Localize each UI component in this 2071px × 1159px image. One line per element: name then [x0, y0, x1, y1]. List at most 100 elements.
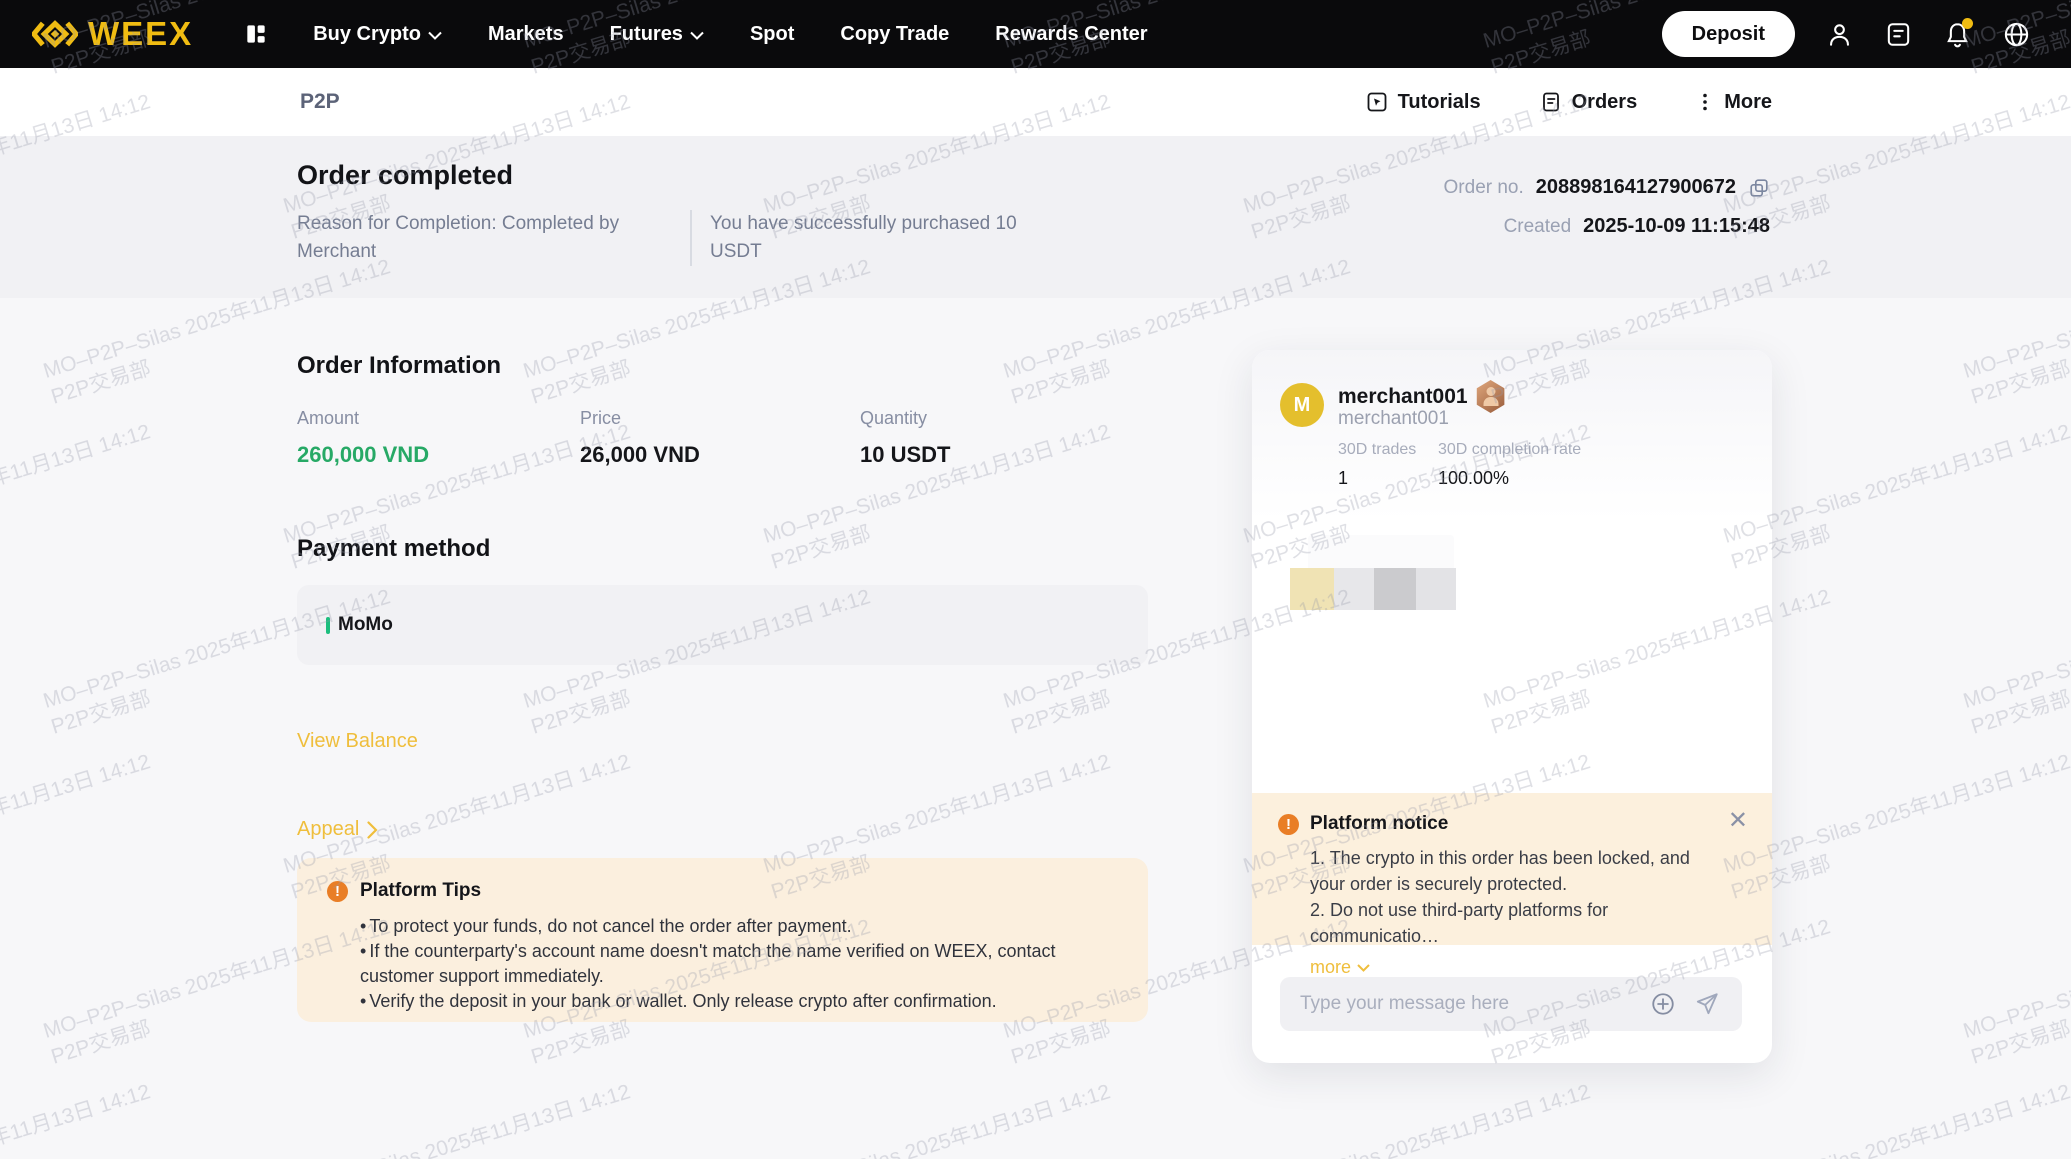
navbar-right: Deposit — [1661, 11, 2071, 57]
chevron-down-icon — [1357, 963, 1370, 972]
watermark-text: MO–P2P–Silas 2025年11月13日 14:12P2P交易部 — [1720, 750, 2071, 904]
redacted-message — [1308, 535, 1454, 571]
chevron-down-icon — [428, 31, 442, 40]
top-navbar: WEEX Buy Crypto Markets Futures Spot Cop… — [0, 0, 2071, 68]
watermark-text: MO–P2P–Silas 2025年11月13日 14:12P2P交易部 — [1720, 1080, 2071, 1159]
created-value: 2025-10-09 11:15:48 — [1583, 215, 1770, 237]
order-status-banner: Order completed Reason for Completion: C… — [0, 136, 2071, 298]
more-label: more — [1310, 957, 1352, 977]
trades-30d-label: 30D trades — [1338, 441, 1417, 458]
attach-plus-icon[interactable] — [1650, 991, 1676, 1017]
weex-logo-icon — [32, 20, 78, 48]
appeal-link[interactable]: Appeal — [297, 818, 378, 841]
orders-button[interactable]: Orders — [1539, 90, 1638, 114]
message-input[interactable] — [1300, 993, 1650, 1015]
nav-label: Markets — [487, 22, 564, 45]
nav-label: Rewards Center — [995, 22, 1148, 45]
bell-icon[interactable] — [1943, 17, 1973, 49]
amount-value: 260,000 VND — [297, 442, 430, 467]
watermark-text: MO–P2P–Silas 2025年11月13日 14:12P2P交易部 — [760, 1080, 1114, 1159]
order-number-row: Order no. 208898164127900672 — [1444, 176, 1770, 199]
platform-tips-box: ! Platform Tips To protect your funds, d… — [297, 858, 1148, 1022]
redacted-message-block — [1290, 568, 1334, 610]
completion-rate-label: 30D completion rate — [1438, 441, 1582, 458]
more-label: More — [1724, 90, 1772, 113]
tutorials-label: Tutorials — [1397, 90, 1481, 113]
p2p-subheader: P2P Tutorials Orders More — [0, 68, 2071, 136]
user-icon[interactable] — [1825, 20, 1854, 49]
page-title: P2P — [300, 90, 340, 113]
price-label: Price — [580, 408, 622, 428]
warning-icon: ! — [327, 880, 348, 902]
watermark-text: MO–P2P–Silas 2025年11月13日 14:12P2P交易部 — [1240, 1080, 1594, 1159]
quantity-label: Quantity — [860, 408, 928, 428]
deposit-button[interactable]: Deposit — [1661, 11, 1795, 57]
order-meta: Order no. 208898164127900672 Created 202… — [1444, 176, 1770, 238]
nav-buy-crypto[interactable]: Buy Crypto — [313, 23, 442, 46]
created-label: Created — [1503, 215, 1572, 237]
nav-spot[interactable]: Spot — [750, 23, 794, 46]
more-dots-icon — [1703, 93, 1708, 111]
order-no-label: Order no. — [1443, 176, 1524, 198]
tutorials-button[interactable]: Tutorials — [1365, 90, 1481, 114]
watermark-text: MO–P2P–Silas 2025年11月13日 14:12P2P交易部 — [0, 750, 154, 878]
appeal-label: Appeal — [297, 818, 360, 840]
quantity-value: 10 USDT — [860, 442, 951, 467]
tip-item: Verify the deposit in your bank or walle… — [360, 989, 1118, 1014]
nav-label: Spot — [749, 22, 795, 45]
notice-line: 1. The crypto in this order has been loc… — [1310, 848, 1690, 894]
chevron-right-icon — [367, 820, 378, 839]
subheader-actions: Tutorials Orders More — [1365, 90, 1772, 114]
avatar[interactable]: M — [1280, 383, 1324, 427]
watermark-text: MO–P2P–Silas 2025年11月13日 14:12P2P交易部 — [1960, 915, 2071, 1069]
platform-tips-title: Platform Tips — [360, 880, 482, 901]
merchant-name[interactable]: merchant001 — [1338, 385, 1468, 409]
chevron-down-icon — [690, 31, 704, 40]
globe-icon[interactable] — [2002, 20, 2031, 49]
platform-tips-list: To protect your funds, do not cancel the… — [327, 914, 1118, 1014]
nav-markets[interactable]: Markets — [488, 23, 564, 46]
tip-item: To protect your funds, do not cancel the… — [360, 914, 1118, 939]
support-chat-icon[interactable] — [1884, 20, 1913, 49]
amount-label: Amount — [297, 408, 360, 428]
close-icon[interactable]: ✕ — [1728, 809, 1748, 833]
nav-label: Copy Trade — [840, 22, 950, 45]
nav-copy-trade[interactable]: Copy Trade — [840, 23, 949, 46]
apps-grid-icon[interactable] — [243, 21, 269, 47]
view-balance-link[interactable]: View Balance — [297, 730, 418, 753]
notice-more-link[interactable]: more — [1310, 957, 1746, 978]
main-nav: Buy Crypto Markets Futures Spot Copy Tra… — [313, 23, 1147, 46]
redacted-message-block — [1416, 568, 1456, 610]
merchant-badge-icon — [1476, 380, 1505, 413]
nav-label: Futures — [609, 22, 683, 45]
platform-notice-title: Platform notice — [1310, 813, 1449, 834]
created-row: Created 2025-10-09 11:15:48 — [1504, 215, 1770, 238]
warning-icon: ! — [1278, 813, 1299, 835]
tip-item: If the counterparty's account name doesn… — [360, 939, 1118, 989]
platform-tips-header: ! Platform Tips — [327, 880, 1118, 902]
payment-method-card: MoMo — [297, 585, 1148, 665]
chat-input-bar — [1280, 977, 1742, 1031]
send-icon[interactable] — [1694, 991, 1720, 1017]
copy-icon[interactable] — [1748, 177, 1770, 199]
weex-logo[interactable]: WEEX — [32, 15, 193, 53]
watermark-text: MO–P2P–Silas 2025年11月13日 14:12P2P交易部 — [1960, 585, 2071, 739]
payment-accent-bar — [326, 616, 330, 634]
orders-icon — [1542, 92, 1559, 112]
payment-method-heading: Payment method — [297, 535, 491, 562]
completion-rate-value: 100.00% — [1438, 468, 1510, 488]
notification-dot — [1962, 17, 1973, 29]
more-button[interactable]: More — [1695, 90, 1772, 114]
nav-rewards-center[interactable]: Rewards Center — [995, 23, 1147, 46]
trades-30d-value: 1 — [1338, 468, 1349, 488]
order-status-title: Order completed — [297, 160, 514, 190]
nav-futures[interactable]: Futures — [610, 23, 704, 46]
watermark-text: MO–P2P–Silas 2025年11月13日 14:12P2P交易部 — [0, 420, 154, 548]
redacted-message-block — [1374, 568, 1416, 610]
redacted-message-block — [1334, 568, 1374, 610]
merchant-subname: merchant001 — [1338, 408, 1449, 429]
orders-label: Orders — [1571, 90, 1638, 113]
nav-label: Buy Crypto — [313, 22, 421, 45]
price-value: 26,000 VND — [580, 442, 700, 467]
purchase-summary: You have successfully purchased 10 USDT — [690, 210, 1030, 266]
